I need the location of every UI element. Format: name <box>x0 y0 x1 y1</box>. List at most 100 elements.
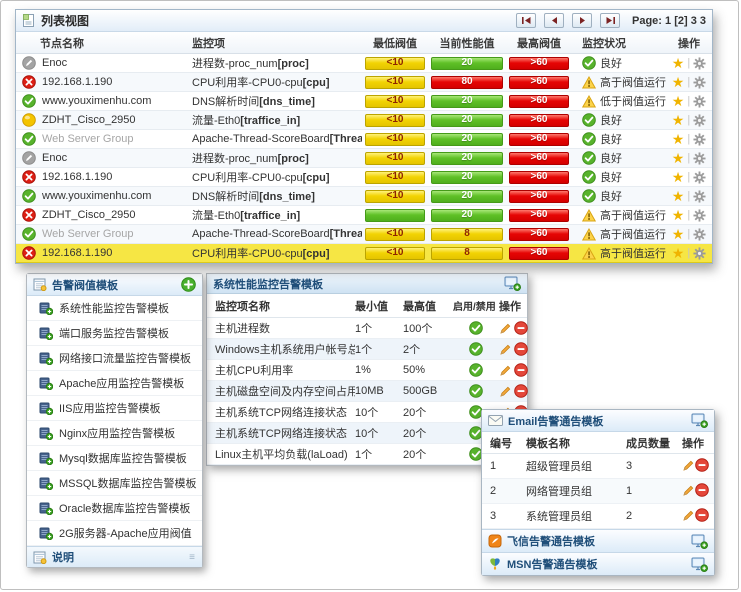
node-state-icon <box>22 94 36 108</box>
status-icon <box>582 76 596 89</box>
monitor-row[interactable]: www.youximenhu.com DNS解析时间[dns_time] <10… <box>16 92 712 111</box>
edit-icon[interactable] <box>499 343 512 356</box>
perf-min: 10个 <box>355 404 403 420</box>
template-item[interactable]: Oracle数据库监控告警模板 <box>27 496 202 521</box>
enabled-toggle-icon[interactable] <box>469 342 483 356</box>
perf-item-name: Windows主机系统用户帐号总数 <box>207 341 355 357</box>
max-threshold-bar: >60 <box>509 171 569 184</box>
row-actions: ★| <box>666 227 712 241</box>
apply-to-monitor-icon[interactable] <box>691 557 708 572</box>
remove-icon[interactable] <box>514 321 528 335</box>
template-item[interactable]: Nginx应用监控告警模板 <box>27 421 202 446</box>
favorite-star-icon[interactable]: ★ <box>672 170 685 184</box>
favorite-star-icon[interactable]: ★ <box>672 246 685 260</box>
monitor-tag: [traffice_in] <box>240 115 300 127</box>
msn-template-bar[interactable]: MSN告警通告模板 <box>482 552 714 575</box>
fetion-template-bar[interactable]: 飞信告警通告模板 <box>482 529 714 552</box>
settings-gear-icon[interactable] <box>693 228 706 241</box>
edit-icon[interactable] <box>499 385 512 398</box>
settings-gear-icon[interactable] <box>693 57 706 70</box>
monitor-row[interactable]: 192.168.1.190 CPU利用率-CPU0-cpu[cpu] <10 2… <box>16 168 712 187</box>
template-item[interactable]: 网络接口流量监控告警模板 <box>27 346 202 371</box>
settings-gear-icon[interactable] <box>693 152 706 165</box>
remove-icon[interactable] <box>695 458 709 472</box>
msn-bar-title: MSN告警通告模板 <box>507 556 597 572</box>
page-next-button[interactable] <box>572 13 592 28</box>
settings-gear-icon[interactable] <box>693 190 706 203</box>
status-text: 高于阀值运行 <box>600 74 666 90</box>
edit-icon[interactable] <box>682 509 695 522</box>
perf-item-name: 主机磁盘空间及内存空间占用 <box>207 383 355 399</box>
favorite-star-icon[interactable]: ★ <box>672 208 685 222</box>
add-template-button[interactable] <box>181 277 196 292</box>
settings-gear-icon[interactable] <box>693 76 706 89</box>
favorite-star-icon[interactable]: ★ <box>672 151 685 165</box>
pagination-pages[interactable]: 1 [2] 3 3 <box>665 15 706 27</box>
settings-gear-icon[interactable] <box>693 95 706 108</box>
monitor-row[interactable]: Web Server Group Apache-Thread-ScoreBoar… <box>16 130 712 149</box>
settings-gear-icon[interactable] <box>693 247 706 260</box>
monitor-row[interactable]: ZDHT_Cisco_2950 流量-Eth0[traffice_in] <10… <box>16 111 712 130</box>
settings-gear-icon[interactable] <box>693 114 706 127</box>
template-item[interactable]: 系统性能监控告警模板 <box>27 296 202 321</box>
status-cell: 高于阀值运行 <box>572 226 666 242</box>
monitor-row[interactable]: ZDHT_Cisco_2950 流量-Eth0[traffice_in] 20 … <box>16 206 712 225</box>
status-text: 高于阀值运行 <box>600 245 666 261</box>
monitor-text: CPU利用率-CPU0-cpu <box>192 77 303 89</box>
template-item[interactable]: IIS应用监控告警模板 <box>27 396 202 421</box>
edit-icon[interactable] <box>682 459 695 472</box>
remove-icon[interactable] <box>514 342 528 356</box>
edit-icon[interactable] <box>682 484 695 497</box>
perf-item-name: 主机系统TCP网络连接状态 <box>207 425 355 441</box>
favorite-star-icon[interactable]: ★ <box>672 75 685 89</box>
monitor-row[interactable]: Web Server Group Apache-Thread-ScoreBoar… <box>16 225 712 244</box>
favorite-star-icon[interactable]: ★ <box>672 132 685 146</box>
enabled-toggle-icon[interactable] <box>469 321 483 335</box>
favorite-star-icon[interactable]: ★ <box>672 113 685 127</box>
pagination-text[interactable]: Page: 1 [2] 3 3 <box>632 15 706 27</box>
enabled-toggle-icon[interactable] <box>469 363 483 377</box>
apply-to-monitor-icon[interactable] <box>691 413 708 428</box>
perf-max: 20个 <box>403 404 453 420</box>
monitor-row[interactable]: 192.168.1.190 CPU利用率-CPU0-cpu[cpu] <10 8… <box>16 73 712 92</box>
remove-icon[interactable] <box>514 384 528 398</box>
description-bar[interactable]: 说明 ≡ <box>27 546 202 567</box>
remove-icon[interactable] <box>695 508 709 522</box>
page-last-button[interactable] <box>600 13 620 28</box>
server-add-icon <box>39 427 53 440</box>
monitor-tag: [ThreadW] <box>330 228 362 240</box>
favorite-star-icon[interactable]: ★ <box>672 189 685 203</box>
settings-gear-icon[interactable] <box>693 133 706 146</box>
template-item[interactable]: Apache应用监控告警模板 <box>27 371 202 396</box>
row-actions: ★| <box>666 94 712 108</box>
apply-to-monitor-icon[interactable] <box>504 276 521 291</box>
monitor-row[interactable]: www.youximenhu.com DNS解析时间[dns_time] <10… <box>16 187 712 206</box>
favorite-star-icon[interactable]: ★ <box>672 94 685 108</box>
min-threshold-bar: <10 <box>365 190 425 203</box>
favorite-star-icon[interactable]: ★ <box>672 56 685 70</box>
page-prev-button[interactable] <box>544 13 564 28</box>
monitor-row[interactable]: Enoc 进程数-proc_num[proc] <10 20 >60 良好 ★| <box>16 54 712 73</box>
template-panel-header: 告警阀值模板 <box>27 274 202 296</box>
list-header-row: 节点名称 监控项 最低阀值 当前性能值 最高阀值 监控状况 操作 <box>16 32 712 54</box>
remove-icon[interactable] <box>514 363 528 377</box>
enabled-toggle-icon[interactable] <box>469 384 483 398</box>
monitor-row-selected[interactable]: 192.168.1.190 CPU利用率-CPU0-cpu[cpu] <10 8… <box>16 244 712 263</box>
max-threshold-bar: >60 <box>509 228 569 241</box>
favorite-star-icon[interactable]: ★ <box>672 227 685 241</box>
apply-to-monitor-icon[interactable] <box>691 534 708 549</box>
monitor-row[interactable]: Enoc 进程数-proc_num[proc] <10 20 >60 良好 ★| <box>16 149 712 168</box>
template-item[interactable]: Mysql数据库监控告警模板 <box>27 446 202 471</box>
min-threshold-bar: <10 <box>365 247 425 260</box>
email-panel-header[interactable]: Email告警通告模板 <box>482 410 714 432</box>
template-item[interactable]: MSSQL数据库监控告警模板 <box>27 471 202 496</box>
template-item[interactable]: 端口服务监控告警模板 <box>27 321 202 346</box>
settings-gear-icon[interactable] <box>693 171 706 184</box>
current-value-bar: 8 <box>431 228 503 241</box>
remove-icon[interactable] <box>695 483 709 497</box>
edit-icon[interactable] <box>499 322 512 335</box>
template-item[interactable]: 2G服务器-Apache应用阀值 <box>27 521 202 546</box>
edit-icon[interactable] <box>499 364 512 377</box>
page-first-button[interactable] <box>516 13 536 28</box>
settings-gear-icon[interactable] <box>693 209 706 222</box>
